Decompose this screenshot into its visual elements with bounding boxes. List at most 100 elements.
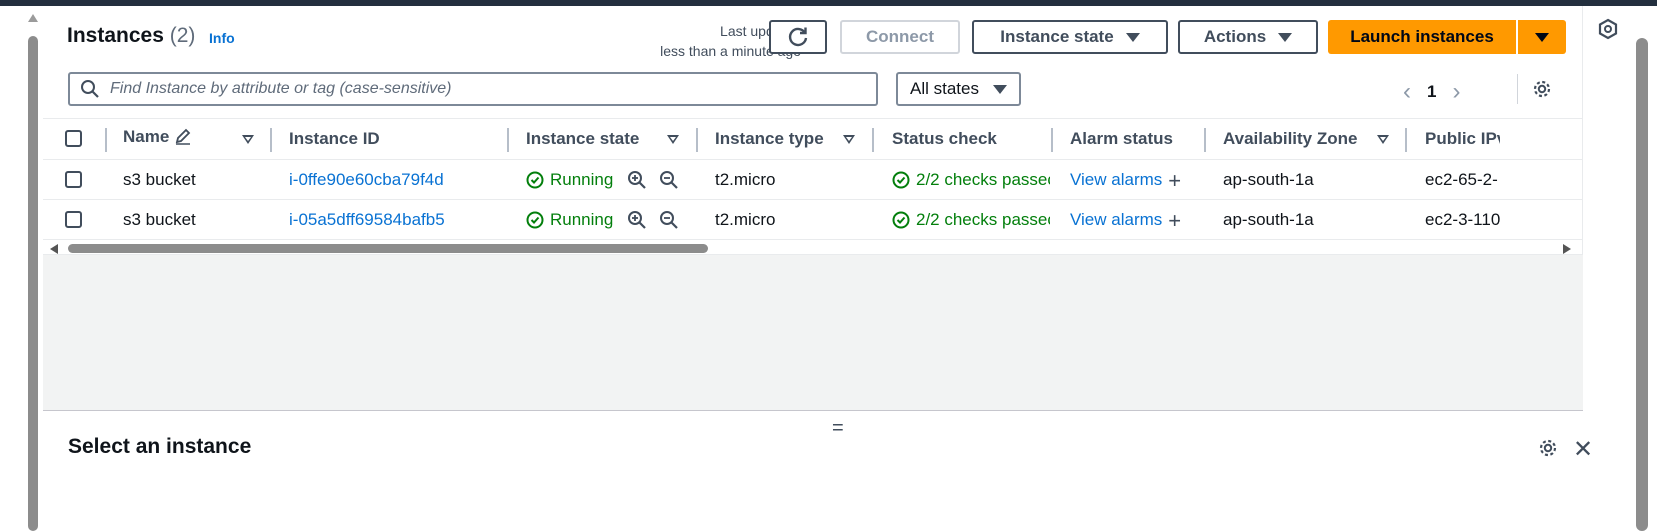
scroll-thumb[interactable]	[28, 36, 38, 531]
row-checkbox[interactable]	[65, 171, 82, 188]
instance-state-button[interactable]: Instance state	[972, 20, 1168, 54]
table-empty-area	[43, 254, 1583, 410]
chevron-right-icon[interactable]: ›	[1452, 78, 1460, 106]
add-alarm-plus-icon[interactable]: +	[1168, 169, 1181, 191]
actions-label: Actions	[1203, 27, 1267, 46]
cell-name: s3 bucket	[123, 210, 196, 229]
connect-label: Connect	[866, 27, 934, 46]
table-row[interactable]: s3 bucket i-05a5dff69584bafb5 Running t2…	[43, 200, 1583, 240]
zoom-in-icon[interactable]	[627, 210, 647, 230]
check-circle-icon	[892, 211, 910, 229]
horizontal-scrollbar[interactable]	[43, 242, 1583, 254]
cell-status-check: 2/2 checks passec	[892, 170, 1050, 190]
column-divider	[1204, 128, 1206, 152]
detail-settings-gear-icon[interactable]	[1537, 437, 1559, 464]
column-header-alarm-status[interactable]: Alarm status	[1070, 129, 1173, 149]
launch-instances-dropdown[interactable]	[1518, 20, 1566, 54]
column-divider	[507, 128, 509, 152]
sort-caret-icon[interactable]	[1377, 135, 1389, 144]
view-alarms-link[interactable]: View alarms	[1070, 170, 1162, 190]
state-filter-select[interactable]: All states	[896, 72, 1021, 106]
state-filter-value: All states	[910, 79, 979, 98]
check-circle-icon	[526, 171, 544, 189]
cell-instance-type: t2.micro	[715, 170, 776, 189]
column-header-instance-type[interactable]: Instance type	[715, 129, 824, 149]
caret-down-icon	[1125, 32, 1140, 42]
sort-caret-icon[interactable]	[843, 135, 855, 144]
column-divider	[1405, 128, 1407, 152]
column-header-name[interactable]: Name	[123, 127, 192, 147]
pagination: ‹ 1 ›	[1403, 78, 1460, 106]
refresh-button[interactable]	[769, 20, 827, 54]
cell-instance-id-link[interactable]: i-05a5dff69584bafb5	[289, 210, 445, 230]
cell-name: s3 bucket	[123, 170, 196, 189]
column-name-label: Name	[123, 127, 170, 146]
column-header-availability-zone[interactable]: Availability Zone	[1223, 129, 1357, 149]
column-header-instance-id[interactable]: Instance ID	[289, 129, 380, 149]
launch-instances-button[interactable]: Launch instances	[1328, 20, 1518, 54]
cell-alarm-status: View alarms +	[1070, 169, 1181, 191]
close-icon[interactable]: ✕	[1573, 435, 1593, 464]
instance-state-text: Running	[550, 170, 614, 189]
column-divider	[105, 128, 107, 152]
refresh-icon	[788, 27, 808, 47]
page-title: Instances (2)	[67, 24, 195, 48]
page-number[interactable]: 1	[1427, 82, 1436, 102]
launch-instances-button-group: Launch instances	[1328, 20, 1566, 54]
info-link[interactable]: Info	[209, 30, 235, 46]
detail-title: Select an instance	[68, 435, 252, 458]
chevron-left-icon[interactable]: ‹	[1403, 78, 1411, 106]
scroll-up-arrow[interactable]	[28, 14, 38, 22]
instances-panel: Instances (2) Info Last updated less tha…	[43, 6, 1593, 531]
caret-down-icon	[993, 84, 1007, 94]
column-divider	[696, 128, 698, 152]
hexagon-settings-icon[interactable]	[1597, 18, 1619, 40]
check-circle-icon	[892, 171, 910, 189]
column-header-instance-state[interactable]: Instance state	[526, 129, 639, 149]
add-alarm-plus-icon[interactable]: +	[1168, 209, 1181, 231]
cell-availability-zone: ap-south-1a	[1223, 170, 1314, 189]
scroll-right-arrow[interactable]	[1563, 244, 1571, 254]
edit-pencil-icon	[175, 128, 191, 145]
caret-down-icon	[1278, 32, 1293, 42]
row-checkbox[interactable]	[65, 211, 82, 228]
horizontal-scroll-thumb[interactable]	[68, 244, 708, 253]
zoom-in-icon[interactable]	[627, 170, 647, 190]
check-circle-icon	[526, 211, 544, 229]
status-check-text: 2/2 checks passec	[916, 170, 1050, 189]
zoom-out-icon[interactable]	[659, 170, 679, 190]
cell-alarm-status: View alarms +	[1070, 209, 1181, 231]
instance-detail-panel: = Select an instance ✕	[43, 410, 1593, 531]
vertical-scrollbar-right[interactable]	[1636, 38, 1648, 531]
column-divider	[872, 128, 874, 152]
scroll-left-arrow[interactable]	[50, 244, 58, 254]
column-header-status-check[interactable]: Status check	[892, 129, 997, 149]
instance-state-text: Running	[550, 210, 614, 229]
page-title-text: Instances	[67, 24, 164, 47]
table-preferences-gear-icon[interactable]	[1531, 78, 1553, 105]
select-all-checkbox[interactable]	[65, 130, 82, 147]
table-header: Name Instance ID Instance state Instance…	[43, 118, 1583, 160]
sort-caret-icon[interactable]	[667, 135, 679, 144]
column-header-public-ipv4[interactable]: Public IPv	[1425, 129, 1500, 149]
column-divider	[1051, 128, 1053, 152]
resize-handle[interactable]: =	[832, 417, 844, 440]
cell-instance-id-link[interactable]: i-0ffe90e60cba79f4d	[289, 170, 444, 190]
caret-down-icon	[1535, 32, 1549, 42]
table-row[interactable]: s3 bucket i-0ffe90e60cba79f4d Running t2…	[43, 160, 1583, 200]
view-alarms-link[interactable]: View alarms	[1070, 210, 1162, 230]
sort-caret-icon[interactable]	[242, 135, 254, 144]
instance-count: (2)	[169, 24, 196, 47]
cell-instance-type: t2.micro	[715, 210, 776, 229]
vertical-scrollbar-left[interactable]	[25, 14, 41, 531]
search-placeholder: Find Instance by attribute or tag (case-…	[110, 80, 452, 97]
cell-instance-state: Running	[526, 170, 679, 190]
search-input[interactable]: Find Instance by attribute or tag (case-…	[68, 72, 878, 106]
divider	[1517, 74, 1518, 104]
connect-button[interactable]: Connect	[840, 20, 960, 54]
actions-button[interactable]: Actions	[1178, 20, 1318, 54]
cell-availability-zone: ap-south-1a	[1223, 210, 1314, 229]
cell-instance-state: Running	[526, 210, 679, 230]
search-icon	[81, 80, 99, 98]
zoom-out-icon[interactable]	[659, 210, 679, 230]
